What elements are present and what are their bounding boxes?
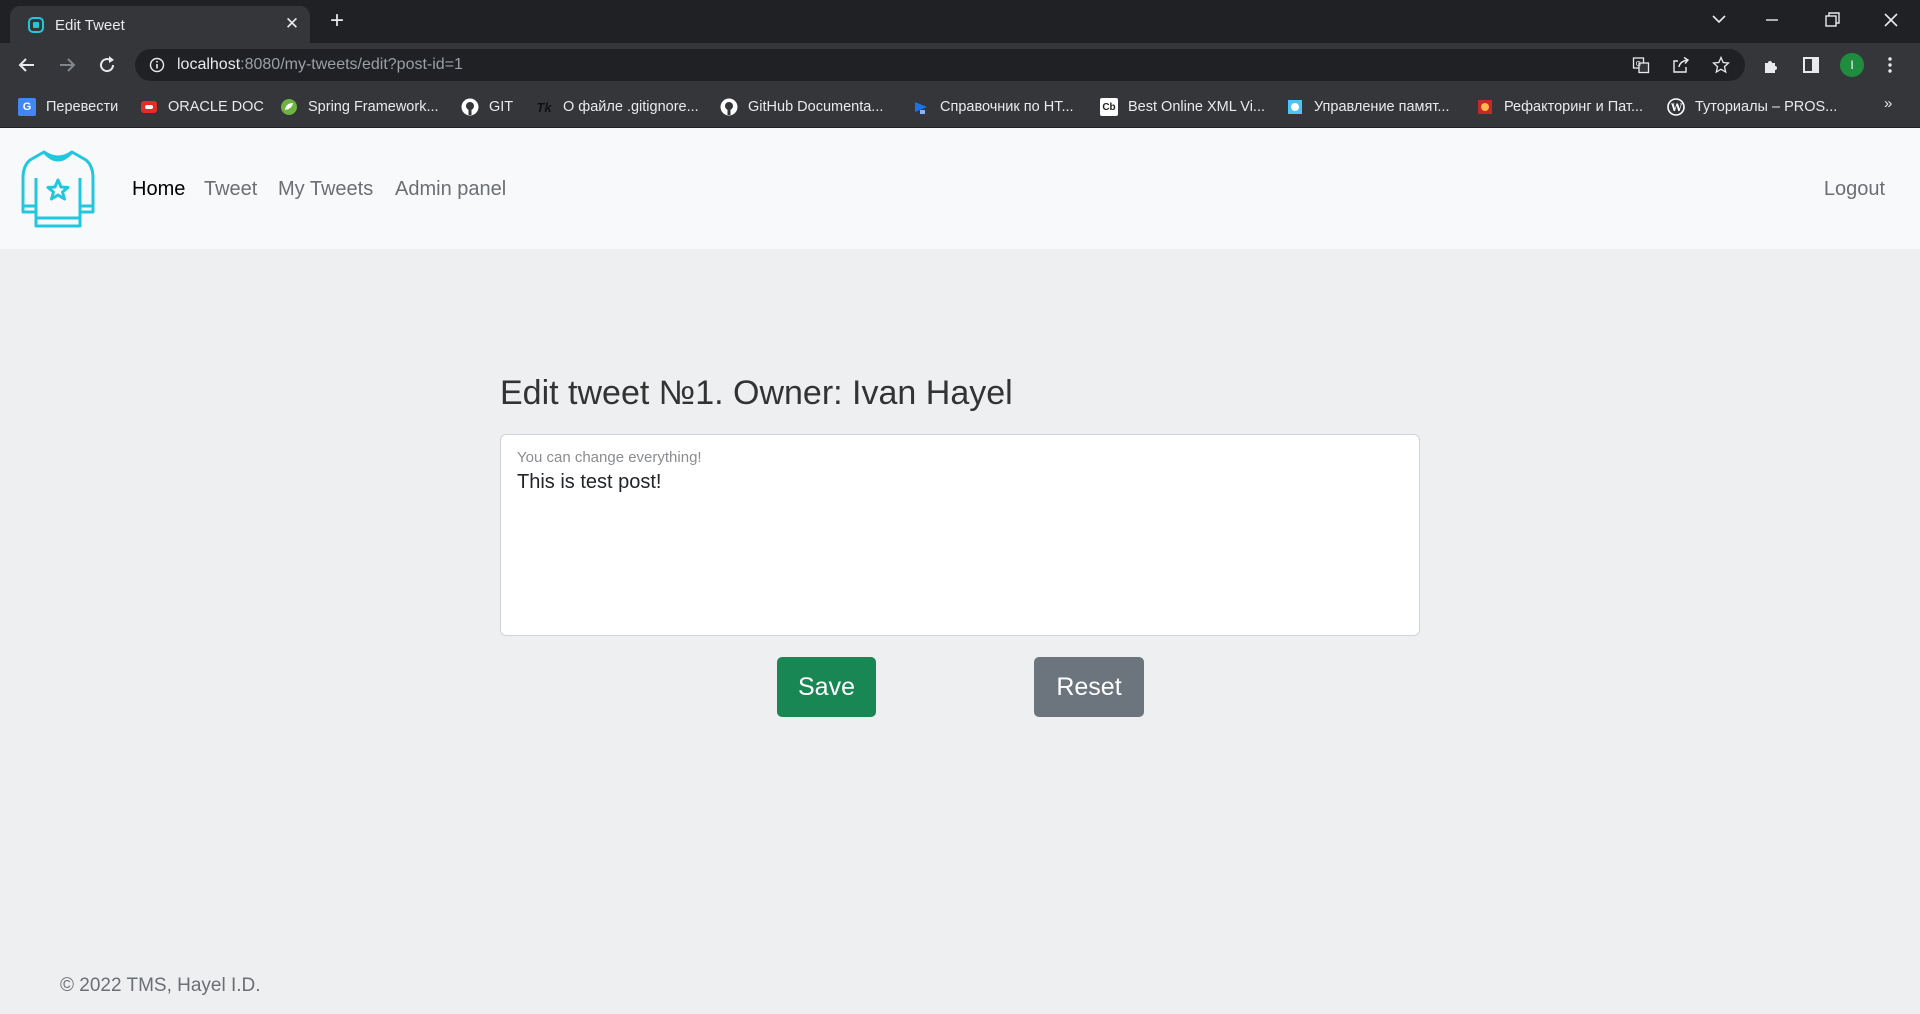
browser-menu-icon[interactable] [1880,55,1900,75]
close-window-icon[interactable] [1874,6,1908,34]
bookmark-item[interactable]: ORACLE DOC [140,97,264,117]
bookmark-label: Best Online XML Vi... [1128,99,1266,115]
save-button[interactable]: Save [777,657,876,717]
wordpress-icon: W [1667,98,1685,116]
url-host: localhost [177,56,241,73]
bookmark-item[interactable]: Справочник по НТ... [912,97,1074,117]
bookmarks-overflow-icon[interactable]: » [1884,95,1892,112]
bookmark-item[interactable]: Tk О файле .gitignore... [535,97,699,117]
browser-toolbar: localhost:8080/my-tweets/edit?post-id=1 … [0,43,1920,87]
nav-tweet-link[interactable]: Tweet [204,178,257,201]
url-text[interactable]: localhost:8080/my-tweets/edit?post-id=1 [177,56,463,74]
tweet-text-value[interactable]: This is test post! [517,471,662,494]
bookmark-label: Spring Framework... [308,99,439,115]
app-favicon-icon [28,17,44,33]
footer-copyright: © 2022 TMS, Hayel I.D. [60,975,261,996]
bookmark-label: GIT [489,99,514,115]
address-bar[interactable]: localhost:8080/my-tweets/edit?post-id=1 … [135,49,1745,81]
bookmark-item[interactable]: GIT [461,97,513,117]
bookmark-item[interactable]: Управление памят... [1286,97,1450,117]
bookmark-star-icon[interactable] [1712,56,1730,74]
bookmark-label: ORACLE DOC [168,99,264,115]
page-title: Edit tweet №1. Owner: Ivan Hayel [500,374,1013,412]
profile-avatar[interactable]: I [1840,53,1864,77]
new-tab-button[interactable]: + [324,9,350,35]
cb-icon: Cb [1100,98,1118,116]
sweater-logo-icon[interactable] [20,148,96,230]
share-icon[interactable] [1672,56,1690,74]
github-icon [461,98,479,116]
reference-icon [912,98,930,116]
bookmark-label: Туториалы – PROS... [1695,99,1838,115]
nav-my-tweets-link[interactable]: My Tweets [278,178,373,201]
nav-home-link[interactable]: Home [132,178,185,201]
restore-icon[interactable] [1815,6,1849,34]
bookmark-label: Рефакторинг и Пат... [1504,99,1644,115]
tweet-text-area[interactable]: You can change everything! This is test … [500,434,1420,636]
site-navbar: Home Tweet My Tweets Admin panel Logout [0,128,1920,249]
back-icon[interactable] [13,51,41,79]
bookmark-label: О файле .gitignore... [563,99,699,115]
reset-button[interactable]: Reset [1034,657,1144,717]
reload-icon[interactable] [93,51,121,79]
bookmark-item[interactable]: Cb Best Online XML Vi... [1100,97,1265,117]
bookmark-item[interactable]: GitHub Documenta... [720,97,883,117]
translate-page-icon[interactable]: G [1632,56,1650,74]
memory-icon [1286,98,1304,116]
browser-tab[interactable]: Edit Tweet ✕ [10,6,310,43]
forward-icon[interactable] [53,51,81,79]
bookmark-item[interactable]: Spring Framework... [280,97,439,117]
svg-text:G: G [1636,60,1641,68]
translate-icon: G [18,98,36,116]
spring-icon [280,98,298,116]
bookmark-label: Справочник по НТ... [940,99,1074,115]
side-panel-icon[interactable] [1801,55,1821,75]
nav-admin-panel-link[interactable]: Admin panel [395,178,506,201]
bookmark-item[interactable]: Рефакторинг и Пат... [1476,97,1643,117]
bookmark-label: Управление памят... [1314,99,1450,115]
bookmark-item[interactable]: W Туториалы – PROS... [1667,97,1837,117]
oracle-icon [140,98,158,116]
bookmark-label: Перевести [46,99,119,115]
svg-text:W: W [1670,103,1683,114]
refactoring-icon [1476,98,1494,116]
tab-search-icon[interactable] [1702,6,1736,34]
bookmark-label: GitHub Documenta... [748,99,884,115]
bookmark-item[interactable]: G Перевести [18,97,118,117]
github-icon [720,98,738,116]
url-path: :8080/my-tweets/edit?post-id=1 [240,56,463,73]
tab-title: Edit Tweet [55,17,125,34]
browser-tabstrip: Edit Tweet ✕ + [0,0,1920,43]
editor-floating-label: You can change everything! [517,449,702,466]
extensions-icon[interactable] [1762,55,1782,75]
close-tab-icon[interactable]: ✕ [281,13,303,35]
site-info-icon[interactable] [149,57,165,73]
minimize-icon[interactable] [1755,6,1789,34]
tk-icon: Tk [535,98,553,116]
bookmarks-bar: G Перевести ORACLE DOC Spring Framework.… [0,87,1920,128]
logout-link[interactable]: Logout [1824,178,1885,201]
